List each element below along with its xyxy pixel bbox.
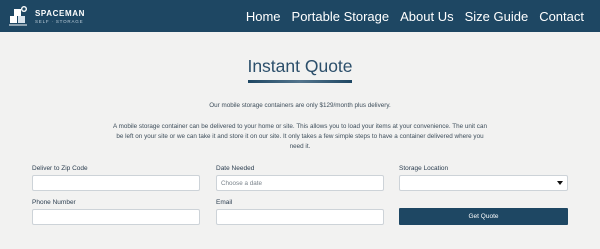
zip-label: Deliver to Zip Code [32,165,88,172]
site-header: SPACEMAN SELF · STORAGE Home Portable St… [0,0,600,32]
intro-text: Our mobile storage containers are only $… [209,102,391,109]
title-underline [248,80,352,83]
zip-input[interactable] [32,175,200,191]
nav-about-us[interactable]: About Us [400,9,453,24]
logo-text: SPACEMAN [35,9,85,18]
nav-home[interactable]: Home [246,9,281,24]
phone-input[interactable] [32,209,200,225]
logo-tagline: SELF · STORAGE [35,19,84,24]
location-select[interactable] [399,175,568,191]
date-label: Date Needed [216,165,255,172]
chevron-down-icon [557,181,563,185]
phone-label: Phone Number [32,199,76,206]
get-quote-button[interactable]: Get Quote [399,208,568,225]
nav-portable-storage[interactable]: Portable Storage [292,9,390,24]
description-text: A mobile storage container can be delive… [113,123,487,150]
astronaut-boxes-icon [9,6,27,26]
nav-size-guide[interactable]: Size Guide [465,9,529,24]
email-label: Email [216,199,233,206]
site-logo[interactable]: SPACEMAN SELF · STORAGE [7,4,97,28]
location-label: Storage Location [399,165,449,172]
page-title: Instant Quote [247,56,353,76]
main-nav: Home Portable Storage About Us Size Guid… [246,0,584,32]
email-input[interactable] [216,209,384,225]
date-input[interactable]: Choose a date [216,175,384,191]
date-placeholder: Choose a date [221,180,262,187]
nav-contact[interactable]: Contact [539,9,584,24]
